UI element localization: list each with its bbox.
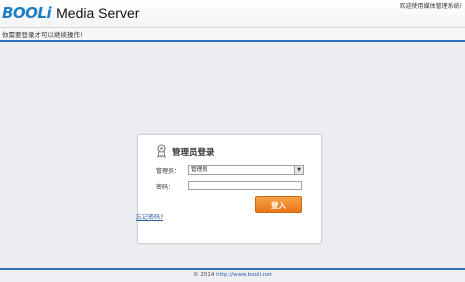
login-panel: 管理员登录 管理员： 管理员 ▼ 密码： 登入: [137, 134, 322, 244]
admin-icon: [157, 144, 166, 158]
login-title: 管理员登录: [172, 148, 215, 158]
login-button[interactable]: 登入: [255, 196, 302, 213]
password-label: 密码：: [156, 184, 175, 191]
main-area: 管理员登录 管理员： 管理员 ▼ 密码： 登入: [0, 42, 465, 268]
user-label: 管理员：: [156, 168, 181, 175]
user-select[interactable]: 管理员 ▼: [188, 165, 304, 175]
copyright-text: © 2014: [193, 272, 215, 278]
notice-bar: 你需要登录才可以继续操作!: [0, 28, 465, 42]
welcome-text: 欢迎使用媒体管理系统!: [399, 3, 462, 10]
forgot-password-link[interactable]: 忘记密码?: [136, 212, 163, 221]
user-select-value: 管理员: [191, 167, 208, 173]
logo: BOOLi Media Server: [2, 4, 139, 24]
product-name: Media Server: [56, 5, 140, 21]
top-bar: BOOLi Media Server 欢迎使用媒体管理系统!: [0, 0, 465, 28]
brand-logo: BOOLi: [2, 4, 52, 22]
chevron-down-icon[interactable]: ▼: [294, 166, 303, 174]
footer-link[interactable]: http://www.booli.net: [216, 272, 272, 278]
login-required-notice: 你需要登录才可以继续操作!: [2, 31, 83, 39]
password-field[interactable]: [188, 181, 302, 190]
